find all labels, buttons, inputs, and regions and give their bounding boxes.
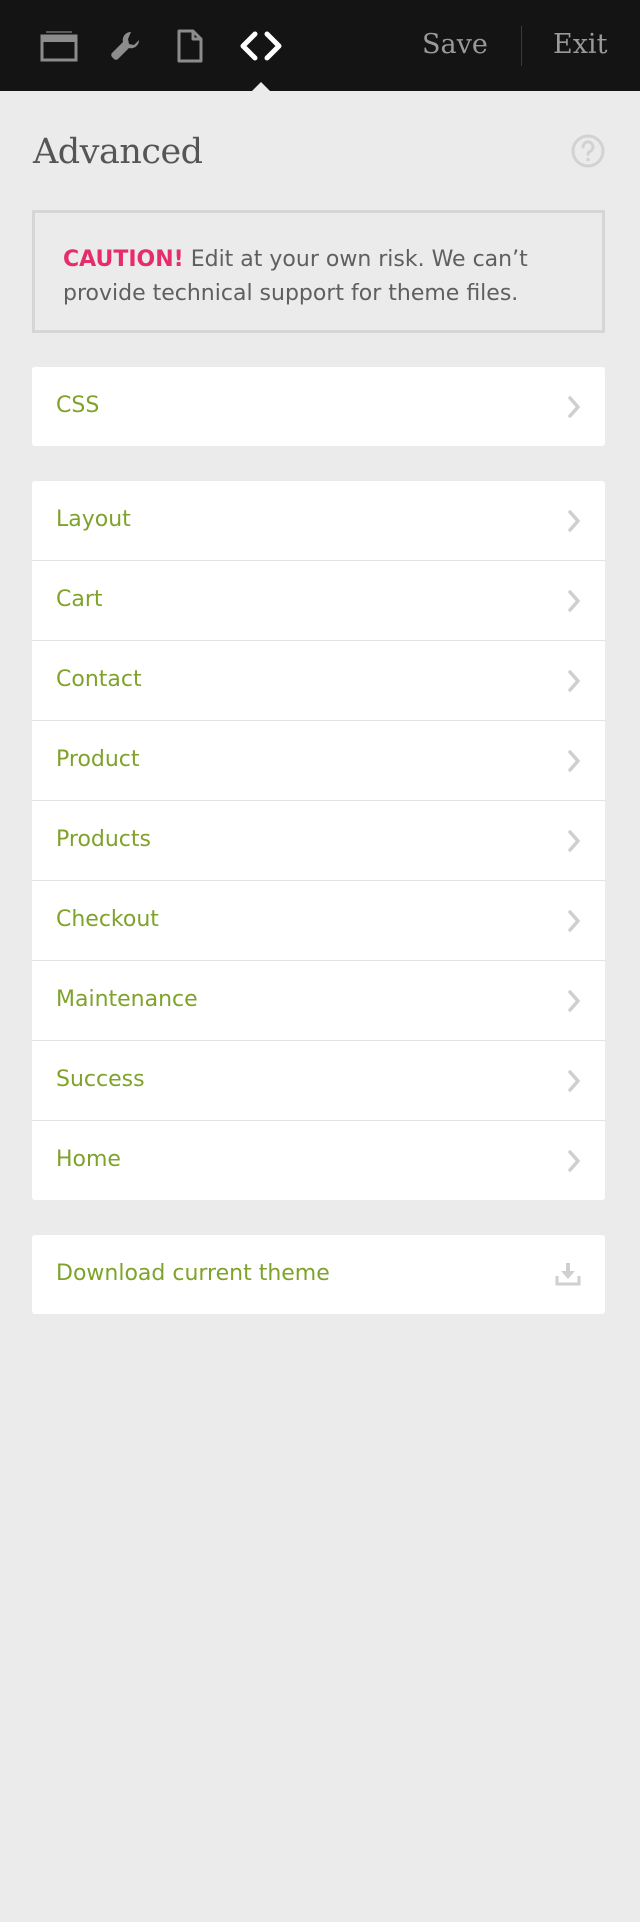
- chevron-right-icon: [568, 590, 580, 612]
- row-success[interactable]: Success: [32, 1040, 605, 1120]
- exit-button[interactable]: Exit: [553, 27, 607, 63]
- row-product[interactable]: Product: [32, 720, 605, 800]
- caution-label: CAUTION!: [63, 247, 184, 272]
- row-home[interactable]: Home: [32, 1120, 605, 1200]
- row-checkout[interactable]: Checkout: [32, 880, 605, 960]
- save-button[interactable]: Save: [422, 27, 488, 63]
- theme-pages-card: Layout Cart Contact Product Products Che…: [32, 481, 605, 1200]
- chevron-right-icon: [568, 1070, 580, 1092]
- row-label: Cart: [56, 587, 103, 612]
- question-circle-icon[interactable]: [571, 134, 605, 168]
- code-icon[interactable]: [233, 18, 289, 91]
- chevron-right-icon: [568, 510, 580, 532]
- row-maintenance[interactable]: Maintenance: [32, 960, 605, 1040]
- chevron-right-icon: [568, 750, 580, 772]
- chevron-right-icon: [568, 670, 580, 692]
- row-css[interactable]: CSS: [32, 367, 605, 446]
- row-products[interactable]: Products: [32, 800, 605, 880]
- chevron-right-icon: [568, 396, 580, 418]
- download-card: Download current theme: [32, 1235, 605, 1314]
- row-cart[interactable]: Cart: [32, 560, 605, 640]
- caution-notice: CAUTION! Edit at your own risk. We can’t…: [32, 210, 605, 333]
- row-label: Layout: [56, 507, 131, 532]
- row-label: Success: [56, 1067, 145, 1092]
- row-label: Maintenance: [56, 987, 198, 1012]
- page-icon[interactable]: [161, 18, 217, 74]
- window-icon[interactable]: [31, 18, 87, 74]
- row-label: Checkout: [56, 907, 159, 932]
- toolbar-divider: [521, 26, 522, 66]
- chevron-right-icon: [568, 830, 580, 852]
- chevron-right-icon: [568, 1150, 580, 1172]
- row-label: Products: [56, 827, 151, 852]
- wrench-icon[interactable]: [97, 18, 153, 74]
- chevron-right-icon: [568, 910, 580, 932]
- row-label: Home: [56, 1147, 121, 1172]
- top-toolbar: Save Exit: [0, 0, 640, 91]
- css-card: CSS: [32, 367, 605, 446]
- row-contact[interactable]: Contact: [32, 640, 605, 720]
- row-label: Product: [56, 747, 140, 772]
- row-label: Contact: [56, 667, 142, 692]
- page-title: Advanced: [33, 132, 203, 172]
- row-label: Download current theme: [56, 1261, 330, 1286]
- download-theme-button[interactable]: Download current theme: [32, 1235, 605, 1314]
- download-icon: [555, 1263, 581, 1286]
- chevron-right-icon: [568, 990, 580, 1012]
- row-label: CSS: [56, 393, 100, 418]
- row-layout[interactable]: Layout: [32, 481, 605, 560]
